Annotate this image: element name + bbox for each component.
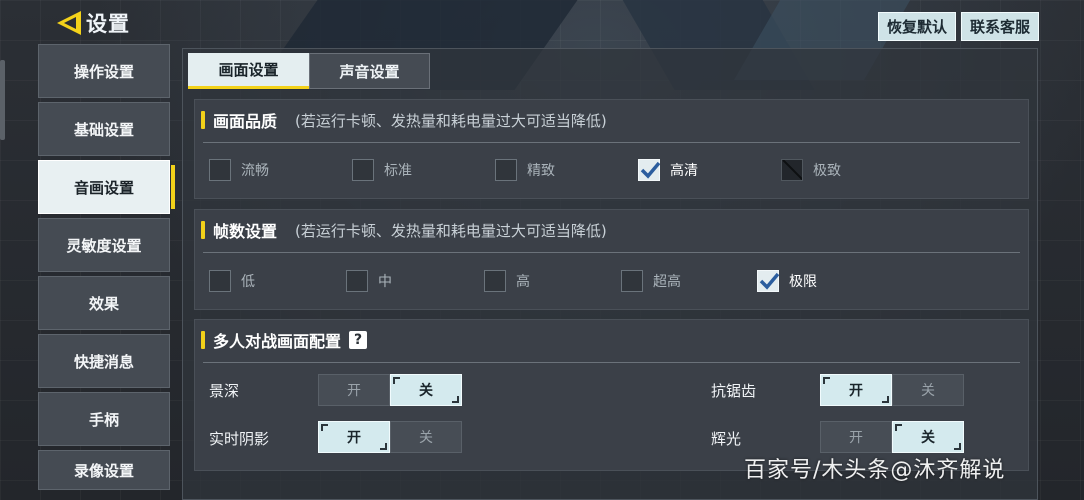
option-label: 高清 xyxy=(670,163,698,179)
framerate-option-low[interactable]: 低 xyxy=(209,270,255,292)
framerate-option-medium[interactable]: 中 xyxy=(346,270,392,292)
checkbox-checked[interactable] xyxy=(638,159,660,181)
section-title: 帧数设置 xyxy=(213,222,278,241)
quality-option-ultra: 极致 xyxy=(781,159,841,181)
depth-of-field-label: 景深 xyxy=(209,382,240,400)
checkbox[interactable] xyxy=(495,159,517,181)
section-title: 画面品质 xyxy=(213,112,278,131)
checkbox[interactable] xyxy=(346,270,368,292)
restore-defaults-button[interactable]: 恢复默认 xyxy=(878,12,956,41)
option-label: 低 xyxy=(241,274,255,290)
settings-panel: 画面设置 声音设置 画面品质 (若运行卡顿、发热量和耗电量过大可适当降低) 流畅… xyxy=(182,48,1038,500)
toggle-on-option[interactable]: 开 xyxy=(820,374,892,406)
checkmark-icon xyxy=(759,272,779,290)
checkbox[interactable] xyxy=(209,159,231,181)
checkmark-icon xyxy=(640,161,660,179)
anti-aliasing-label: 抗锯齿 xyxy=(711,382,757,400)
option-label: 标准 xyxy=(384,163,412,179)
option-label: 中 xyxy=(378,274,392,290)
sidebar-item-audio-video[interactable]: 音画设置 xyxy=(38,160,175,214)
page-title: 设置 xyxy=(86,12,130,36)
option-label: 流畅 xyxy=(241,163,269,179)
framerate-option-extreme[interactable]: 极限 xyxy=(757,270,817,292)
section-header: 画面品质 (若运行卡顿、发热量和耗电量过大可适当降低) xyxy=(201,108,607,132)
option-label: 极致 xyxy=(813,163,841,179)
framerate-section: 帧数设置 (若运行卡顿、发热量和耗电量过大可适当降低) 低 中 高 超高 极限 xyxy=(194,209,1029,310)
watermark-text: 百家号/木头条@沐齐解说 xyxy=(744,458,1006,483)
toggle-on-option[interactable]: 开 xyxy=(820,421,892,453)
toggle-off-option[interactable]: 关 xyxy=(892,421,964,453)
quality-option-fine[interactable]: 精致 xyxy=(495,159,555,181)
multiplayer-section: 多人对战画面配置 ? 景深 开 关 实时阴影 开 关 抗锯齿 开 关 辉光 开 … xyxy=(194,319,1029,471)
divider xyxy=(203,252,1020,253)
header: 设置 xyxy=(54,6,130,40)
option-label: 精致 xyxy=(527,163,555,179)
checkbox[interactable] xyxy=(352,159,374,181)
quality-option-standard[interactable]: 标准 xyxy=(352,159,412,181)
option-label: 极限 xyxy=(789,274,817,290)
checkbox[interactable] xyxy=(209,270,231,292)
sidebar-item-quick-messages[interactable]: 快捷消息 xyxy=(38,334,170,388)
quality-option-hd[interactable]: 高清 xyxy=(638,159,698,181)
edge-scroll-handle[interactable] xyxy=(0,60,5,140)
depth-of-field-toggle: 开 关 xyxy=(318,374,462,406)
toggle-on-option[interactable]: 开 xyxy=(318,374,390,406)
quality-option-smooth[interactable]: 流畅 xyxy=(209,159,269,181)
section-note: (若运行卡顿、发热量和耗电量过大可适当降低) xyxy=(295,221,607,240)
tab-bar: 画面设置 声音设置 xyxy=(188,53,430,89)
sidebar-item-controls[interactable]: 操作设置 xyxy=(38,44,170,98)
toggle-on-option[interactable]: 开 xyxy=(318,421,390,453)
contact-support-button[interactable]: 联系客服 xyxy=(961,12,1039,41)
checkbox[interactable] xyxy=(484,270,506,292)
realtime-shadows-label: 实时阴影 xyxy=(209,430,270,448)
sidebar-item-basic[interactable]: 基础设置 xyxy=(38,102,170,156)
anti-aliasing-toggle: 开 关 xyxy=(820,374,964,406)
option-label: 高 xyxy=(516,274,530,290)
option-label: 超高 xyxy=(653,274,681,290)
checkbox[interactable] xyxy=(621,270,643,292)
section-note: (若运行卡顿、发热量和耗电量过大可适当降低) xyxy=(295,111,607,130)
sidebar-item-controller[interactable]: 手柄 xyxy=(38,392,170,446)
sidebar-item-sensitivity[interactable]: 灵敏度设置 xyxy=(38,218,170,272)
framerate-option-very-high[interactable]: 超高 xyxy=(621,270,681,292)
section-marker xyxy=(201,221,205,239)
section-header: 帧数设置 (若运行卡顿、发热量和耗电量过大可适当降低) xyxy=(201,218,607,242)
back-arrow-icon[interactable] xyxy=(54,8,84,38)
section-marker xyxy=(201,111,205,129)
help-icon[interactable]: ? xyxy=(349,331,368,349)
bloom-label: 辉光 xyxy=(711,430,742,448)
sidebar: 操作设置 基础设置 音画设置 灵敏度设置 效果 快捷消息 手柄 录像设置 xyxy=(38,44,175,494)
sidebar-item-recording[interactable]: 录像设置 xyxy=(38,450,170,490)
framerate-option-high[interactable]: 高 xyxy=(484,270,530,292)
toggle-off-option[interactable]: 关 xyxy=(892,374,964,406)
bloom-toggle: 开 关 xyxy=(820,421,964,453)
sidebar-item-effects[interactable]: 效果 xyxy=(38,276,170,330)
realtime-shadows-toggle: 开 关 xyxy=(318,421,462,453)
section-title: 多人对战画面配置 xyxy=(213,332,342,351)
divider xyxy=(203,362,1020,363)
tab-sound[interactable]: 声音设置 xyxy=(309,53,430,89)
checkbox-checked[interactable] xyxy=(757,270,779,292)
tab-graphics[interactable]: 画面设置 xyxy=(188,53,309,89)
divider xyxy=(203,142,1020,143)
quality-section: 画面品质 (若运行卡顿、发热量和耗电量过大可适当降低) 流畅 标准 精致 高清 xyxy=(194,99,1029,199)
section-marker xyxy=(201,331,205,349)
toggle-off-option[interactable]: 关 xyxy=(390,421,462,453)
section-header: 多人对战画面配置 ? xyxy=(201,328,368,352)
toggle-off-option[interactable]: 关 xyxy=(390,374,462,406)
checkbox-disabled xyxy=(781,159,803,181)
